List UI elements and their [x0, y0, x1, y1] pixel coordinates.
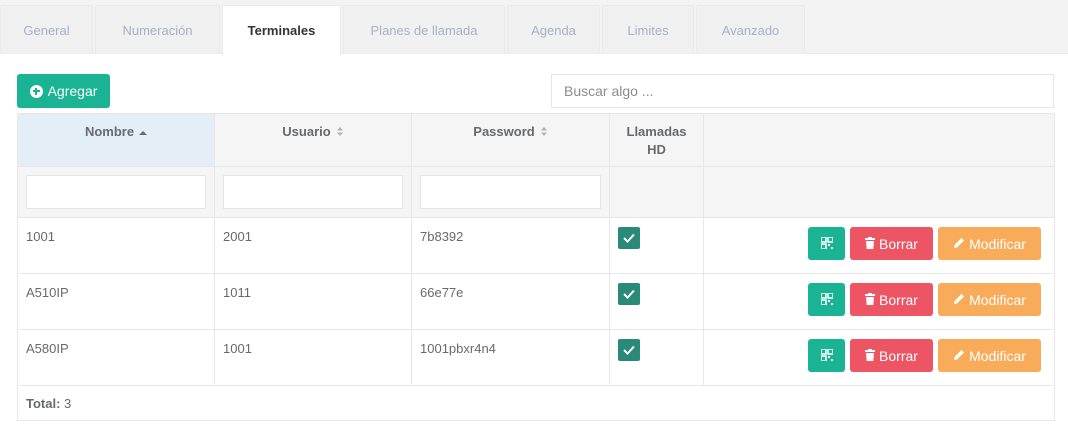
- pencil-icon: [953, 236, 965, 252]
- cell-nombre: A580IP: [17, 329, 215, 386]
- trash-icon: [865, 348, 876, 364]
- pencil-icon: [953, 292, 965, 308]
- tab-label: General: [23, 22, 70, 38]
- filter-cell: [17, 166, 215, 218]
- sort-icon: [336, 125, 344, 140]
- terminals-table: Nombre Usuario Password Llamadas HD 1001…: [17, 113, 1055, 421]
- cell-nombre: A510IP: [17, 273, 215, 330]
- qrcode-icon: [819, 347, 834, 364]
- filter-row: [17, 166, 1055, 218]
- checkbox-checked-icon[interactable]: [618, 227, 640, 249]
- header-row: Nombre Usuario Password Llamadas HD: [17, 113, 1055, 167]
- total-row: Total: 3: [17, 385, 1055, 421]
- column-label: Usuario: [282, 124, 331, 139]
- column-label: Llamadas HD: [626, 124, 687, 157]
- qrcode-icon: [819, 291, 834, 308]
- total-label: Total:: [26, 395, 61, 411]
- plus-circle-icon: [29, 84, 43, 98]
- modify-button-label: Modificar: [969, 235, 1026, 252]
- tab-avanzado[interactable]: Avanzado: [696, 5, 805, 54]
- tab-numeracion[interactable]: Numeración: [95, 5, 220, 54]
- pencil-icon: [953, 348, 965, 364]
- cell-password: 7b8392: [411, 217, 610, 274]
- filter-cell: [411, 166, 610, 218]
- cell-usuario: 2001: [214, 217, 412, 274]
- table-row: A580IP 1001 1001pbxr4n4 Borrar Modificar: [17, 329, 1055, 386]
- column-header-llamadas-hd: Llamadas HD: [609, 113, 704, 167]
- trash-icon: [865, 236, 876, 252]
- filter-usuario-input[interactable]: [223, 175, 403, 209]
- delete-button-label: Borrar: [879, 291, 918, 308]
- tab-bar: General Numeración Terminales Planes de …: [0, 0, 1068, 55]
- delete-button-label: Borrar: [879, 235, 918, 252]
- tab-general[interactable]: General: [0, 5, 93, 54]
- cell-llamadas-hd: [609, 329, 704, 386]
- modify-button-label: Modificar: [969, 291, 1026, 308]
- column-label: Password: [473, 124, 535, 139]
- sort-asc-icon: [139, 125, 148, 140]
- delete-button[interactable]: Borrar: [850, 339, 933, 372]
- column-header-usuario[interactable]: Usuario: [214, 113, 412, 167]
- modify-button[interactable]: Modificar: [938, 283, 1041, 316]
- column-label: Nombre: [84, 124, 135, 139]
- search-input[interactable]: [551, 74, 1054, 108]
- filter-nombre-input[interactable]: [26, 175, 206, 209]
- table-row: 1001 2001 7b8392 Borrar Modificar: [17, 217, 1055, 274]
- tab-label: Limites: [627, 22, 669, 38]
- filter-cell: [214, 166, 412, 218]
- tab-terminales[interactable]: Terminales: [222, 5, 341, 55]
- cell-usuario: 1001: [214, 329, 412, 386]
- checkbox-checked-icon[interactable]: [618, 283, 640, 305]
- tab-agenda[interactable]: Agenda: [507, 5, 600, 54]
- delete-button-label: Borrar: [879, 347, 918, 364]
- qr-button[interactable]: [808, 283, 845, 316]
- column-header-actions: [703, 113, 1055, 167]
- add-button[interactable]: Agregar: [17, 74, 110, 108]
- qr-button[interactable]: [808, 227, 845, 260]
- filter-password-input[interactable]: [420, 175, 601, 209]
- total-cell: Total: 3: [17, 385, 1055, 421]
- qr-button[interactable]: [808, 339, 845, 372]
- cell-actions: Borrar Modificar: [703, 273, 1055, 330]
- cell-llamadas-hd: [609, 217, 704, 274]
- sort-icon: [540, 125, 548, 140]
- tab-planes-de-llamada[interactable]: Planes de llamada: [343, 5, 505, 54]
- qrcode-icon: [819, 235, 834, 252]
- cell-nombre: 1001: [17, 217, 215, 274]
- trash-icon: [865, 292, 876, 308]
- cell-actions: Borrar Modificar: [703, 217, 1055, 274]
- delete-button[interactable]: Borrar: [850, 227, 933, 260]
- tab-label: Planes de llamada: [370, 22, 478, 38]
- add-button-label: Agregar: [47, 83, 98, 99]
- tab-label: Terminales: [247, 23, 316, 38]
- cell-password: 1001pbxr4n4: [411, 329, 610, 386]
- tab-label: Avanzado: [721, 22, 780, 38]
- modify-button[interactable]: Modificar: [938, 227, 1041, 260]
- modify-button-label: Modificar: [969, 347, 1026, 364]
- checkbox-checked-icon[interactable]: [618, 339, 640, 361]
- delete-button[interactable]: Borrar: [850, 283, 933, 316]
- cell-actions: Borrar Modificar: [703, 329, 1055, 386]
- table-row: A510IP 1011 66e77e Borrar Modificar: [17, 273, 1055, 330]
- column-header-password[interactable]: Password: [411, 113, 610, 167]
- total-value: 3: [64, 395, 72, 411]
- modify-button[interactable]: Modificar: [938, 339, 1041, 372]
- cell-usuario: 1011: [214, 273, 412, 330]
- cell-password: 66e77e: [411, 273, 610, 330]
- filter-cell: [609, 166, 704, 218]
- tab-limites[interactable]: Limites: [602, 5, 694, 54]
- tab-label: Numeración: [122, 22, 193, 38]
- tab-label: Agenda: [531, 22, 576, 38]
- filter-cell: [703, 166, 1055, 218]
- column-header-nombre[interactable]: Nombre: [17, 113, 215, 167]
- cell-llamadas-hd: [609, 273, 704, 330]
